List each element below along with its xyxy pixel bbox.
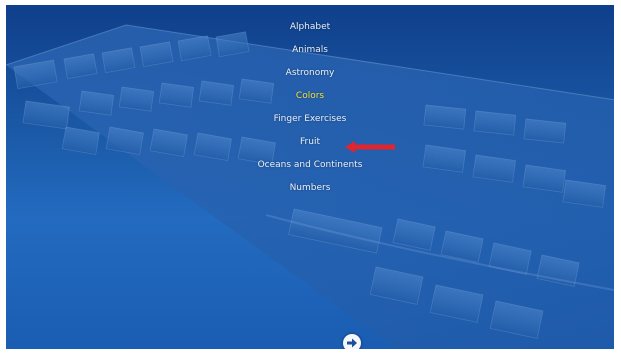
menu-item-numbers[interactable]: Numbers bbox=[240, 179, 380, 197]
menu-item-alphabet[interactable]: Alphabet bbox=[240, 18, 380, 36]
menu-item-finger-exercises[interactable]: Finger Exercises bbox=[240, 110, 380, 128]
menu-item-colors[interactable]: Colors bbox=[240, 87, 380, 105]
next-button[interactable] bbox=[343, 334, 361, 349]
topic-menu: Alphabet Animals Astronomy Colors Finger… bbox=[6, 5, 614, 349]
red-left-arrow-icon bbox=[345, 141, 395, 153]
menu-item-animals[interactable]: Animals bbox=[240, 41, 380, 59]
menu-item-oceans-and-continents[interactable]: Oceans and Continents bbox=[240, 156, 380, 174]
menu-item-astronomy[interactable]: Astronomy bbox=[240, 64, 380, 82]
arrow-right-icon bbox=[347, 338, 357, 348]
game-screen: Alphabet Animals Astronomy Colors Finger… bbox=[6, 5, 614, 349]
